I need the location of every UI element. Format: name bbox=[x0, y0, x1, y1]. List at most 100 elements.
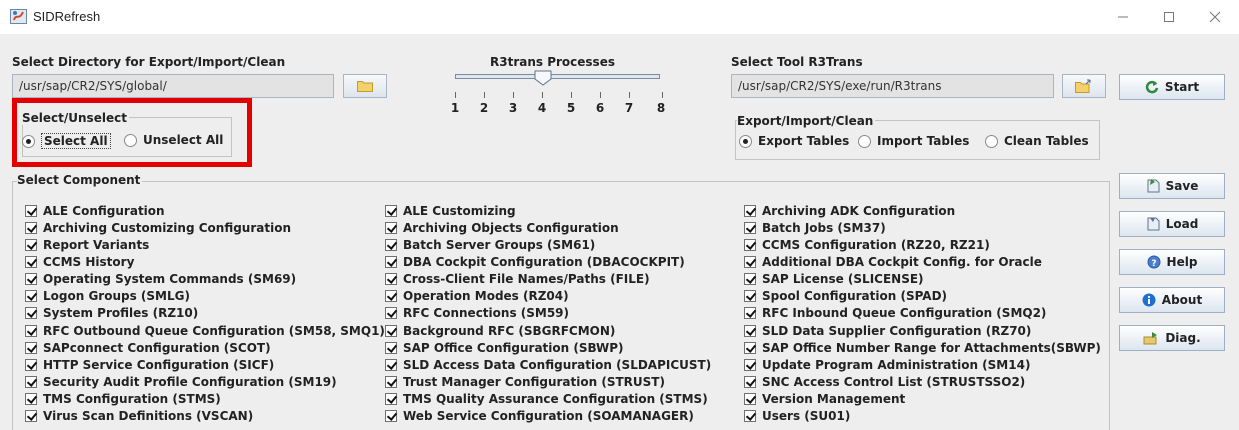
processes-slider-track[interactable] bbox=[455, 74, 660, 79]
radio-selected-icon bbox=[739, 134, 752, 148]
component-checkbox[interactable]: Update Program Administration (SM14) bbox=[744, 356, 1101, 373]
about-button[interactable]: About bbox=[1119, 287, 1225, 313]
component-checkbox[interactable]: RFC Connections (SM59) bbox=[385, 305, 711, 322]
component-checkbox[interactable]: CCMS Configuration (RZ20, RZ21) bbox=[744, 236, 1101, 253]
checkbox-checked-icon bbox=[744, 410, 756, 423]
component-checkbox[interactable]: System Profiles (RZ10) bbox=[25, 305, 385, 322]
component-label: CCMS History bbox=[43, 254, 135, 269]
component-checkbox[interactable]: ALE Configuration bbox=[25, 202, 385, 219]
checkbox-checked-icon bbox=[385, 204, 397, 217]
component-label: RFC Inbound Queue Configuration (SMQ2) bbox=[762, 306, 1047, 321]
component-label: SNC Access Control List (STRUSTSSO2) bbox=[762, 374, 1026, 389]
checkbox-checked-icon bbox=[744, 221, 756, 234]
component-checkbox[interactable]: Archiving ADK Configuration bbox=[744, 202, 1101, 219]
component-label: Batch Server Groups (SM61) bbox=[403, 237, 596, 252]
component-label: Virus Scan Definitions (VSCAN) bbox=[43, 409, 254, 424]
component-checkbox[interactable]: TMS Quality Assurance Configuration (STM… bbox=[385, 391, 711, 408]
slider-tick-label: 5 bbox=[566, 101, 576, 115]
tool-path-field[interactable]: /usr/sap/CR2/SYS/exe/run/R3trans bbox=[731, 74, 1054, 98]
component-checkbox[interactable]: Users (SU01) bbox=[744, 408, 1101, 425]
browse-tool-button[interactable] bbox=[1062, 74, 1106, 98]
checkbox-checked-icon bbox=[385, 221, 397, 234]
checkbox-checked-icon bbox=[25, 375, 37, 388]
processes-slider-thumb[interactable] bbox=[534, 70, 552, 86]
component-checkbox[interactable]: RFC Outbound Queue Configuration (SM58, … bbox=[25, 322, 385, 339]
maximize-button[interactable] bbox=[1154, 4, 1184, 30]
component-label: SAP Office Number Range for Attachments(… bbox=[762, 340, 1101, 355]
diag-button[interactable]: Diag. bbox=[1119, 325, 1225, 351]
component-label: Background RFC (SBGRFCMON) bbox=[403, 323, 616, 338]
component-checkbox[interactable]: Report Variants bbox=[25, 236, 385, 253]
start-button[interactable]: Start bbox=[1119, 74, 1225, 100]
component-checkbox[interactable]: Logon Groups (SMLG) bbox=[25, 288, 385, 305]
component-checkbox[interactable]: HTTP Service Configuration (SICF) bbox=[25, 356, 385, 373]
clean-tables-radio[interactable]: Clean Tables bbox=[985, 134, 1089, 148]
export-tables-radio[interactable]: Export Tables bbox=[739, 134, 849, 148]
checkbox-checked-icon bbox=[25, 255, 37, 268]
component-checkbox[interactable]: Archiving Customizing Configuration bbox=[25, 219, 385, 236]
component-checkbox[interactable]: Virus Scan Definitions (VSCAN) bbox=[25, 408, 385, 425]
mode-title: Export/Import/Clean bbox=[737, 114, 876, 128]
component-checkbox[interactable]: RFC Inbound Queue Configuration (SMQ2) bbox=[744, 305, 1101, 322]
r3trans-processes-label: R3trans Processes bbox=[490, 55, 615, 69]
save-button[interactable]: Save bbox=[1119, 173, 1225, 199]
component-checkbox[interactable]: CCMS History bbox=[25, 253, 385, 270]
component-label: ALE Customizing bbox=[403, 203, 516, 218]
checkbox-checked-icon bbox=[385, 238, 397, 251]
component-checkbox[interactable]: Web Service Configuration (SOAMANAGER) bbox=[385, 408, 711, 425]
checkbox-checked-icon bbox=[25, 238, 37, 251]
save-button-label: Save bbox=[1165, 179, 1199, 193]
component-checkbox[interactable]: SNC Access Control List (STRUSTSSO2) bbox=[744, 373, 1101, 390]
component-checkbox[interactable]: SAP Office Number Range for Attachments(… bbox=[744, 339, 1101, 356]
component-label: DBA Cockpit Configuration (DBACOCKPIT) bbox=[403, 254, 685, 269]
component-checkbox[interactable]: Version Management bbox=[744, 391, 1101, 408]
component-checkbox[interactable]: DBA Cockpit Configuration (DBACOCKPIT) bbox=[385, 253, 711, 270]
close-button[interactable] bbox=[1200, 4, 1230, 30]
component-checkbox[interactable]: Security Audit Profile Configuration (SM… bbox=[25, 373, 385, 390]
checkbox-checked-icon bbox=[25, 324, 37, 337]
component-label: Archiving ADK Configuration bbox=[762, 203, 956, 218]
help-button[interactable]: ? Help bbox=[1119, 249, 1225, 275]
component-checkbox[interactable]: Batch Jobs (SM37) bbox=[744, 219, 1101, 236]
component-checkbox[interactable]: SLD Access Data Configuration (SLDAPICUS… bbox=[385, 356, 711, 373]
checkbox-checked-icon bbox=[744, 324, 756, 337]
checkbox-checked-icon bbox=[744, 255, 756, 268]
component-label: Additional DBA Cockpit Config. for Oracl… bbox=[762, 254, 1042, 269]
slider-tick-label: 6 bbox=[595, 101, 605, 115]
component-checkbox[interactable]: Additional DBA Cockpit Config. for Oracl… bbox=[744, 253, 1101, 270]
minimize-button[interactable] bbox=[1108, 4, 1138, 30]
component-checkbox[interactable]: SAP License (SLICENSE) bbox=[744, 271, 1101, 288]
export-dir-field[interactable]: /usr/sap/CR2/SYS/global/ bbox=[12, 74, 334, 98]
component-checkbox[interactable]: SAP Office Configuration (SBWP) bbox=[385, 339, 711, 356]
load-button[interactable]: Load bbox=[1119, 211, 1225, 237]
component-checkbox[interactable]: Spool Configuration (SPAD) bbox=[744, 288, 1101, 305]
checkbox-checked-icon bbox=[744, 204, 756, 217]
checkbox-checked-icon bbox=[25, 410, 37, 423]
component-label: Users (SU01) bbox=[762, 409, 851, 424]
component-checkbox[interactable]: ALE Customizing bbox=[385, 202, 711, 219]
checkbox-checked-icon bbox=[385, 393, 397, 406]
component-checkbox[interactable]: Trust Manager Configuration (STRUST) bbox=[385, 373, 711, 390]
component-label: HTTP Service Configuration (SICF) bbox=[43, 357, 275, 372]
component-checkbox[interactable]: Archiving Objects Configuration bbox=[385, 219, 711, 236]
open-file-icon bbox=[1075, 79, 1091, 93]
component-label: RFC Connections (SM59) bbox=[403, 306, 570, 321]
component-checkbox[interactable]: Batch Server Groups (SM61) bbox=[385, 236, 711, 253]
component-checkbox[interactable]: Cross-Client File Names/Paths (FILE) bbox=[385, 271, 711, 288]
browse-dir-button[interactable] bbox=[343, 74, 387, 98]
component-checkbox[interactable]: Background RFC (SBGRFCMON) bbox=[385, 322, 711, 339]
component-checkbox[interactable]: SLD Data Supplier Configuration (RZ70) bbox=[744, 322, 1101, 339]
slider-tick-label: 2 bbox=[479, 101, 489, 115]
processes-slider-ticks bbox=[455, 92, 663, 98]
component-checkbox[interactable]: Operation Modes (RZ04) bbox=[385, 288, 711, 305]
checkbox-checked-icon bbox=[744, 375, 756, 388]
component-column-1: ALE Configuration Archiving Customizing … bbox=[25, 202, 385, 425]
refresh-icon bbox=[1145, 80, 1159, 94]
import-tables-radio[interactable]: Import Tables bbox=[858, 134, 969, 148]
component-checkbox[interactable]: SAPconnect Configuration (SCOT) bbox=[25, 339, 385, 356]
component-label: Cross-Client File Names/Paths (FILE) bbox=[403, 272, 650, 287]
svg-text:?: ? bbox=[1151, 259, 1156, 269]
component-checkbox[interactable]: TMS Configuration (STMS) bbox=[25, 391, 385, 408]
component-label: Web Service Configuration (SOAMANAGER) bbox=[403, 409, 694, 424]
component-checkbox[interactable]: Operating System Commands (SM69) bbox=[25, 271, 385, 288]
